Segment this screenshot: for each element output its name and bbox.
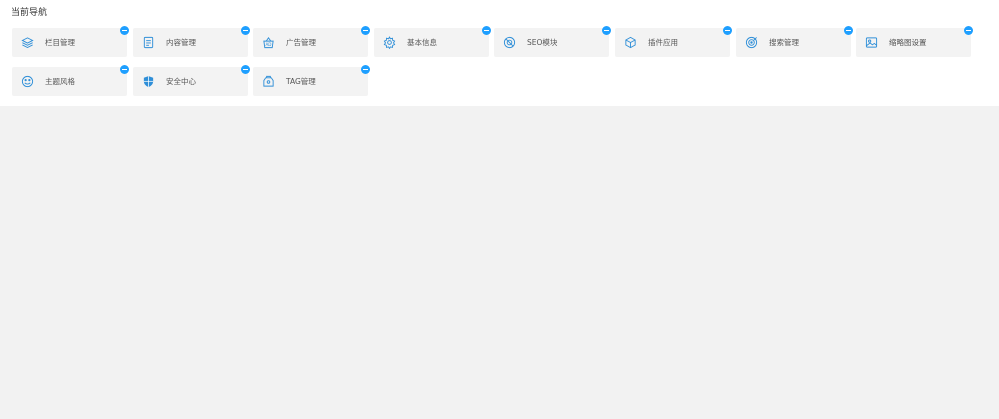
nav-item-label: 广告管理 [286,38,316,47]
nav-item-thumbnail-settings[interactable]: 缩略图设置 [856,26,973,57]
remove-badge[interactable] [361,65,370,74]
nav-item-label: 安全中心 [166,77,196,86]
nav-item-label: 搜索管理 [769,38,799,47]
nav-item-theme-style[interactable]: 主题风格 [12,65,129,96]
target-icon [745,36,758,49]
ad-icon: AD [262,36,275,49]
current-navigation-panel: 当前导航 栏目管理 内容管理 AD 广告管理 基本信息 SEO模块 插件应用 搜… [0,0,999,106]
remove-badge[interactable] [241,65,250,74]
remove-badge[interactable] [723,26,732,35]
nav-item-content-management[interactable]: 内容管理 [133,26,250,57]
nav-item-search-management[interactable]: 搜索管理 [736,26,853,57]
nav-item-ad-management[interactable]: AD 广告管理 [253,26,370,57]
tag-icon [262,75,275,88]
remove-badge[interactable] [241,26,250,35]
nav-item-security-center[interactable]: 安全中心 [133,65,250,96]
image-icon [865,36,878,49]
remove-badge[interactable] [120,65,129,74]
plugin-icon [624,36,637,49]
remove-badge[interactable] [844,26,853,35]
remove-badge[interactable] [964,26,973,35]
nav-title: 当前导航 [11,8,48,18]
remove-badge[interactable] [602,26,611,35]
nav-item-column-management[interactable]: 栏目管理 [12,26,129,57]
nav-item-seo-module[interactable]: SEO模块 [494,26,611,57]
nav-item-label: SEO模块 [527,38,558,47]
layers-icon [21,36,34,49]
seo-icon [503,36,516,49]
shield-icon [142,75,155,88]
main-content-area [0,106,999,419]
remove-badge[interactable] [482,26,491,35]
nav-item-label: 主题风格 [45,77,75,86]
nav-item-label: 栏目管理 [45,38,75,47]
nav-item-label: 基本信息 [407,38,437,47]
nav-item-label: TAG管理 [286,77,316,86]
theme-icon [21,75,34,88]
nav-item-label: 内容管理 [166,38,196,47]
nav-item-basic-info[interactable]: 基本信息 [374,26,491,57]
remove-badge[interactable] [361,26,370,35]
nav-item-plugin-apps[interactable]: 插件应用 [615,26,732,57]
nav-item-label: 插件应用 [648,38,678,47]
gear-icon [383,36,396,49]
nav-item-tag-management[interactable]: TAG管理 [253,65,370,96]
nav-item-label: 缩略图设置 [889,38,927,47]
document-icon [142,36,155,49]
remove-badge[interactable] [120,26,129,35]
svg-text:AD: AD [265,42,271,47]
